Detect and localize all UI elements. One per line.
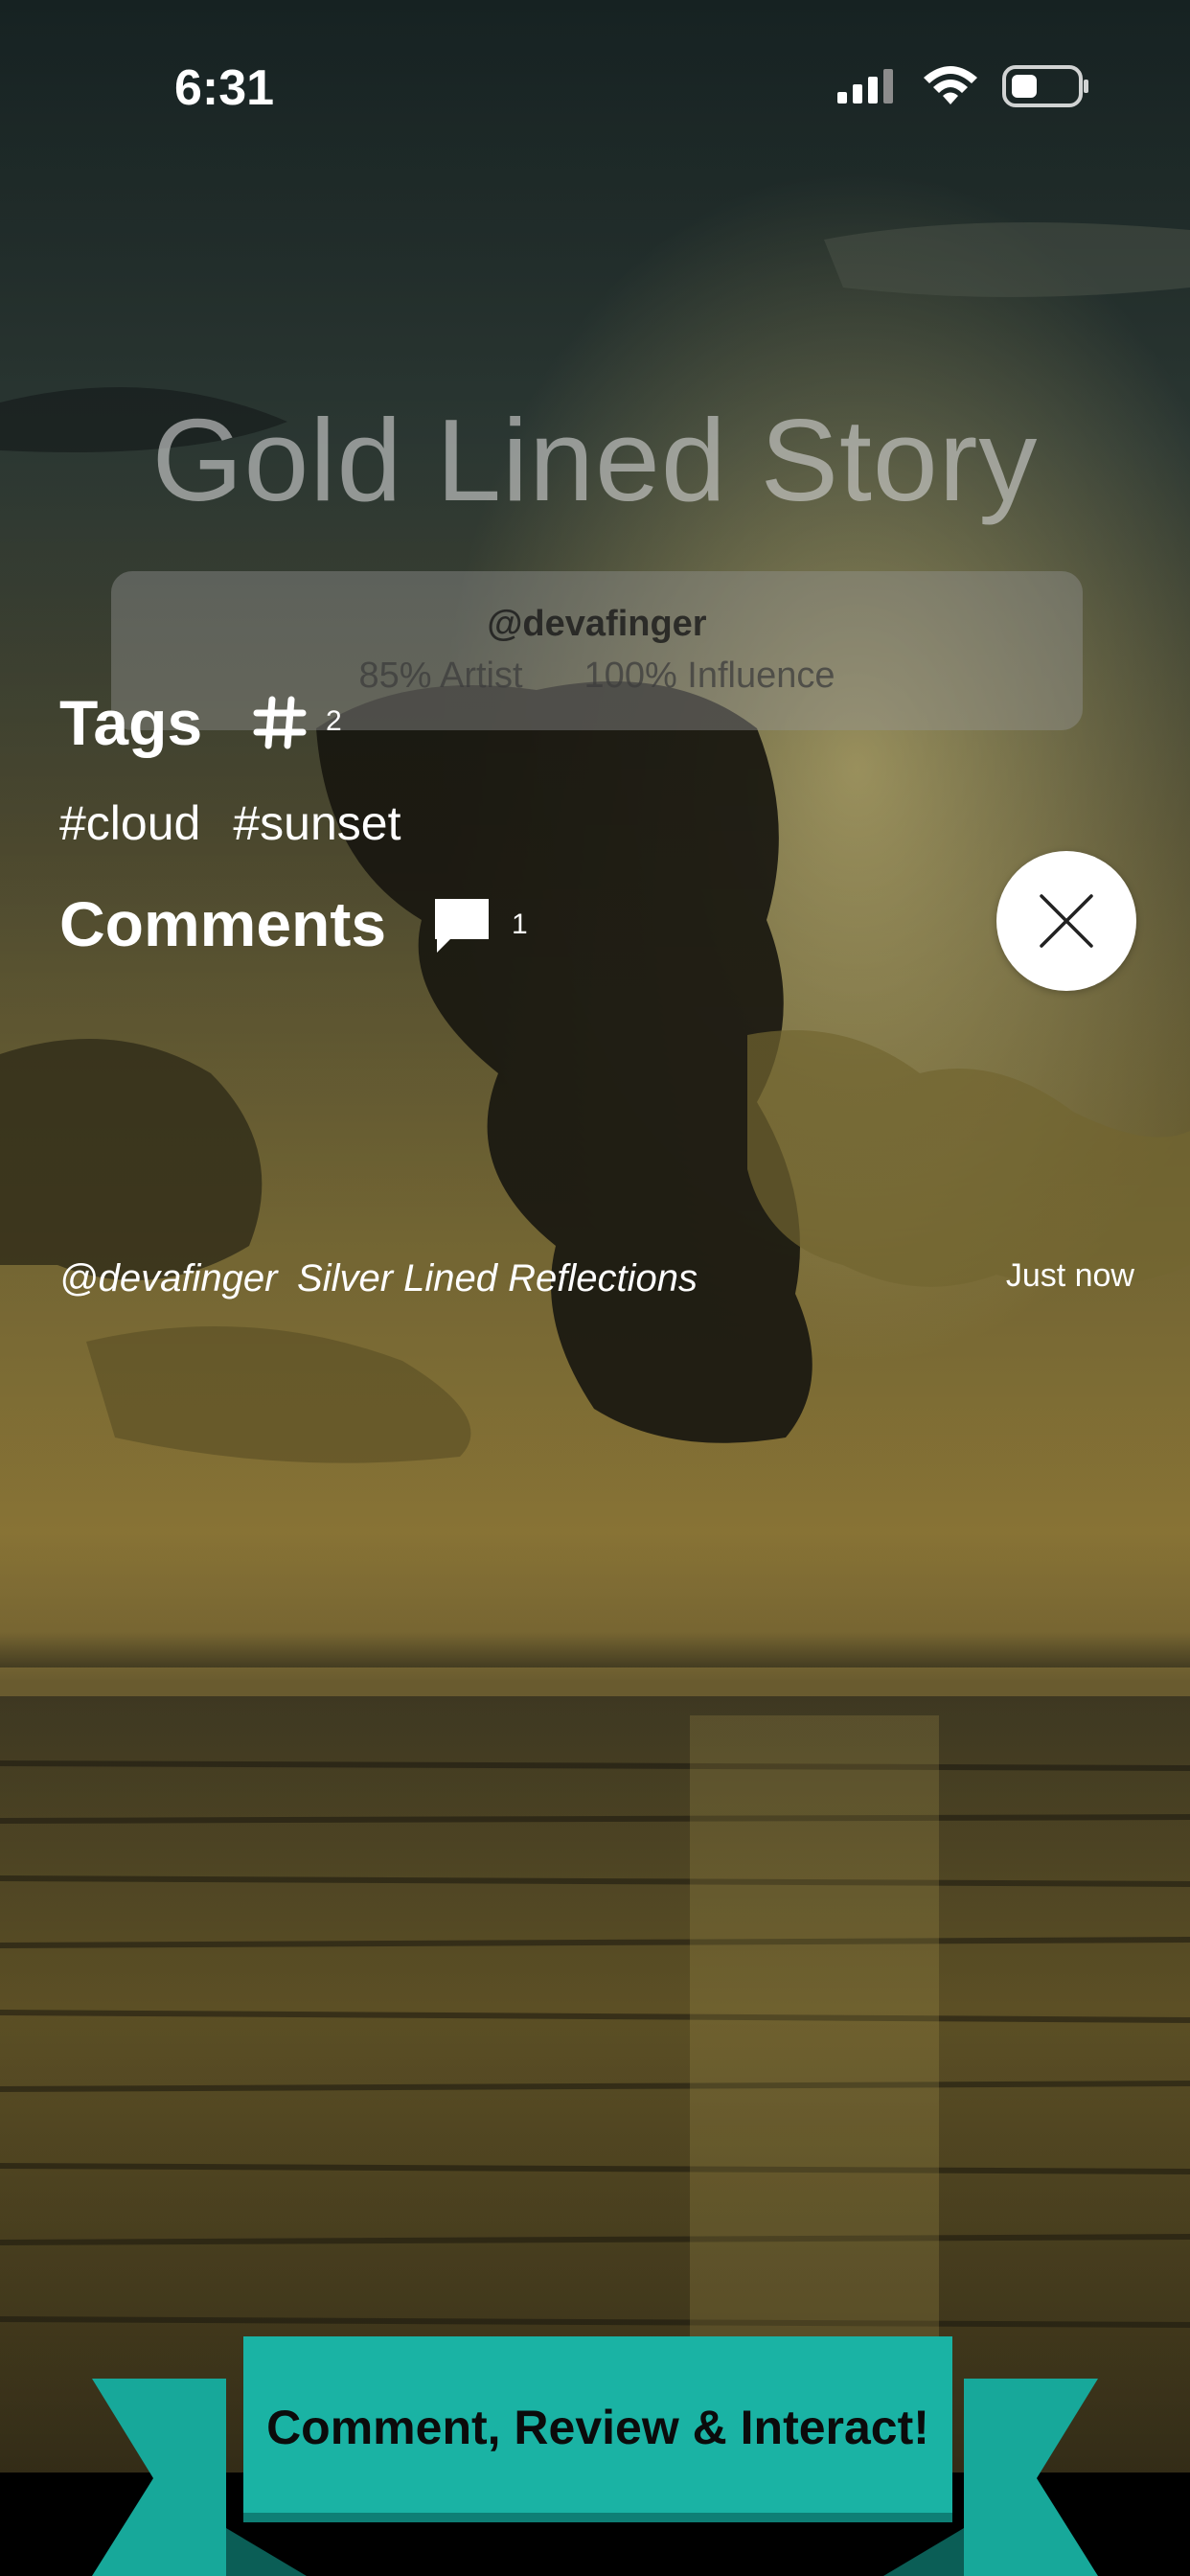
banner-text: Comment, Review & Interact!: [266, 2401, 929, 2454]
status-icons: [837, 65, 1090, 107]
status-time: 6:31: [174, 60, 275, 116]
artist-stat: 85% Artist: [358, 656, 523, 696]
close-icon: [1040, 894, 1093, 948]
author-stats: 85% Artist 100% Influence: [111, 656, 1083, 697]
tag-sunset[interactable]: #sunset: [233, 795, 400, 851]
cellular-signal-icon: [837, 69, 893, 104]
close-button[interactable]: [996, 851, 1136, 991]
influence-stat: 100% Influence: [584, 656, 835, 696]
comments-count: 1: [512, 908, 528, 940]
comment-item[interactable]: @devafinger Silver Lined Reflections Jus…: [59, 1257, 1134, 1315]
tags-count: 2: [326, 705, 342, 737]
tags-heading: Tags: [59, 687, 203, 758]
tags-list: #cloud #sunset: [59, 795, 400, 851]
comment-bubble-icon: [435, 899, 489, 953]
author-handle[interactable]: @devafinger: [111, 604, 1083, 645]
dim-overlay: [0, 0, 1190, 2472]
battery-icon: [1002, 65, 1088, 107]
comment-timestamp: Just now: [1005, 1257, 1134, 1294]
comment-text: Silver Lined Reflections: [297, 1257, 698, 1300]
tag-cloud[interactable]: #cloud: [59, 795, 200, 851]
story-screen: 6:31 Gold Lined Story @devafinger 85% Ar…: [0, 0, 1190, 2576]
comments-heading: Comments: [59, 888, 387, 959]
wifi-icon: [924, 66, 977, 104]
hash-icon: [253, 696, 307, 749]
comment-username[interactable]: @devafinger: [59, 1257, 277, 1300]
story-title: Gold Lined Story: [151, 395, 1039, 525]
